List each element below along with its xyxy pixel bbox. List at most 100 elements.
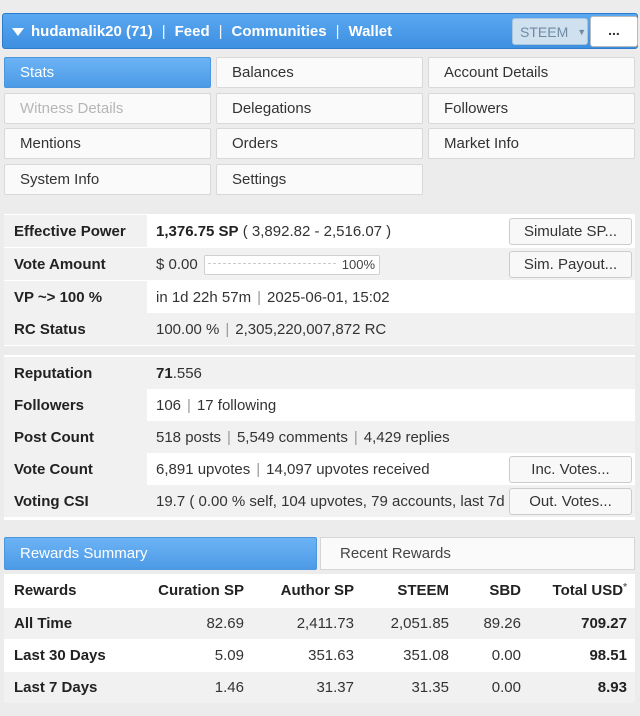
reputation-frac: .556 [172, 364, 202, 382]
nav-feed[interactable]: Feed [175, 23, 210, 40]
vp-date: 2025-06-01, 15:02 [266, 288, 390, 306]
pipe-separator: | [227, 428, 231, 446]
menu-system-info[interactable]: System Info [4, 164, 211, 195]
row-sbd: 0.00 [457, 670, 529, 703]
row-sbd: 0.00 [457, 638, 529, 671]
pipe-separator: | [353, 428, 358, 446]
menu-market-info[interactable]: Market Info [428, 128, 635, 159]
footnote-mark: * [623, 581, 627, 593]
vote-count-row: Vote Count 6,891 upvotes | 14,097 upvotes … [4, 453, 635, 485]
rc-percent: 100.00 % [156, 320, 220, 338]
vp-label: VP ~> 100 % [14, 288, 103, 306]
effective-power-sp: 1,376.75 SP [156, 222, 239, 240]
menu-account-details[interactable]: Account Details [428, 57, 635, 88]
nav-separator: | [161, 22, 166, 40]
row-usd: 98.51 [529, 638, 635, 671]
followers-row: Followers 106 | 17 following [4, 389, 635, 421]
voting-csi-row: Voting CSI 19.7 ( 0.00 % self, 104 upvot… [4, 485, 635, 517]
reputation-label: Reputation [14, 364, 93, 382]
tab-recent-rewards[interactable]: Recent Rewards [320, 537, 635, 570]
table-header-row: Rewards Curation SP Author SP STEEM SBD … [4, 574, 635, 607]
voting-csi-label: Voting CSI [14, 492, 89, 510]
menu-delegations[interactable]: Delegations [216, 93, 423, 124]
row-usd: 709.27 [529, 606, 635, 639]
nav-separator: | [335, 22, 340, 40]
nav-communities[interactable]: Communities [232, 23, 327, 40]
vote-amount-value: $ 0.00 [156, 255, 198, 273]
out-votes-button[interactable]: Out. Votes... [509, 488, 632, 515]
vote-weight-track [208, 263, 336, 267]
vp-time: in 1d 22h 57m [156, 288, 252, 306]
more-button[interactable]: ... [590, 16, 638, 47]
reputation-value: 71.556 [156, 365, 202, 382]
menu-settings[interactable]: Settings [216, 164, 423, 195]
row-author: 2,411.73 [252, 606, 362, 639]
rewards-table: Rewards Curation SP Author SP STEEM SBD … [4, 574, 635, 703]
upvotes-received: 14,097 upvotes received [266, 460, 430, 478]
vp-value: in 1d 22h 57m | 2025-06-01, 15:02 [156, 289, 390, 306]
row-usd: 8.93 [529, 670, 635, 703]
currency-select[interactable]: STEEM ▼ [512, 18, 588, 45]
row-sbd: 89.26 [457, 606, 529, 639]
rc-status-label: RC Status [14, 320, 86, 338]
effective-power-detail: ( 3,892.82 - 2,516.07 ) [238, 222, 392, 240]
nav-wallet[interactable]: Wallet [348, 23, 392, 40]
menu-followers[interactable]: Followers [428, 93, 635, 124]
menu-balances[interactable]: Balances [216, 57, 423, 88]
chevron-down-icon: ▼ [577, 26, 587, 37]
following-count: 17 following [196, 396, 277, 414]
menu-stats[interactable]: Stats [4, 57, 211, 88]
account-social-panel: Reputation 71.556 Followers 106 | 17 follo… [4, 355, 635, 520]
vote-amount-label: Vote Amount [14, 255, 106, 273]
row-curation: 82.69 [124, 606, 252, 639]
vp-row: VP ~> 100 % in 1d 22h 57m | 2025-06-01, 15… [4, 281, 635, 313]
upvotes-count: 6,891 upvotes [156, 460, 251, 478]
reputation-row: Reputation 71.556 [4, 357, 635, 389]
rc-status-value: 100.00 % | 2,305,220,007,872 RC [156, 321, 386, 338]
menu-witness-details: Witness Details [4, 93, 211, 124]
col-steem: STEEM [362, 574, 457, 607]
row-curation: 1.46 [124, 670, 252, 703]
rewards-tabs: Rewards Summary Recent Rewards [4, 537, 635, 570]
dropdown-arrow-icon[interactable] [12, 28, 24, 36]
sim-payout-button[interactable]: Sim. Payout... [509, 251, 632, 278]
account-username[interactable]: hudamalik20 (71) [31, 23, 153, 40]
menu-orders[interactable]: Orders [216, 128, 423, 159]
stats-panel: Effective Power 1,376.75 SP ( 3,892.82 -… [4, 214, 635, 346]
table-row: Last 30 Days 5.09 351.63 351.08 0.00 98.… [4, 638, 635, 671]
followers-label: Followers [14, 396, 85, 414]
pipe-separator: | [225, 320, 230, 338]
row-period: Last 30 Days [4, 638, 124, 671]
tab-rewards-summary[interactable]: Rewards Summary [4, 537, 317, 570]
vote-count-value: 6,891 upvotes | 14,097 upvotes received [156, 461, 430, 478]
post-count-row: Post Count 518 posts | 5,549 comments | 4,42… [4, 421, 635, 453]
reputation-int: 71 [156, 364, 173, 382]
inc-votes-button[interactable]: Inc. Votes... [509, 456, 632, 483]
row-steem: 2,051.85 [362, 606, 457, 639]
post-count-label: Post Count [14, 428, 94, 446]
col-sbd: SBD [457, 574, 529, 607]
col-author-sp: Author SP [252, 574, 362, 607]
row-period: All Time [4, 606, 124, 639]
vote-weight-percent: 100% [341, 257, 375, 272]
pipe-separator: | [256, 460, 261, 478]
menu-mentions[interactable]: Mentions [4, 128, 211, 159]
voting-csi-value: 19.7 ( 0.00 % self, 104 upvotes, 79 acco… [156, 492, 514, 510]
simulate-sp-button[interactable]: Simulate SP... [509, 218, 632, 245]
comments-count: 5,549 comments [236, 428, 348, 446]
col-curation-sp: Curation SP [124, 574, 252, 607]
followers-value: 106 | 17 following [156, 397, 276, 414]
row-steem: 31.35 [362, 670, 457, 703]
row-period: Last 7 Days [4, 670, 124, 703]
top-nav-bar: hudamalik20 (71) | Feed | Communities | … [2, 13, 638, 49]
row-author: 31.37 [252, 670, 362, 703]
vote-amount-row: Vote Amount $ 0.00 100% Sim. Payout... [4, 248, 635, 280]
posts-count: 518 posts [156, 428, 222, 446]
row-curation: 5.09 [124, 638, 252, 671]
effective-power-row: Effective Power 1,376.75 SP ( 3,892.82 -… [4, 215, 635, 247]
col-total-usd-label: Total USD [552, 581, 624, 599]
row-author: 351.63 [252, 638, 362, 671]
replies-count: 4,429 replies [363, 428, 450, 446]
vote-weight-slider[interactable]: 100% [204, 255, 380, 275]
pipe-separator: | [187, 396, 191, 414]
